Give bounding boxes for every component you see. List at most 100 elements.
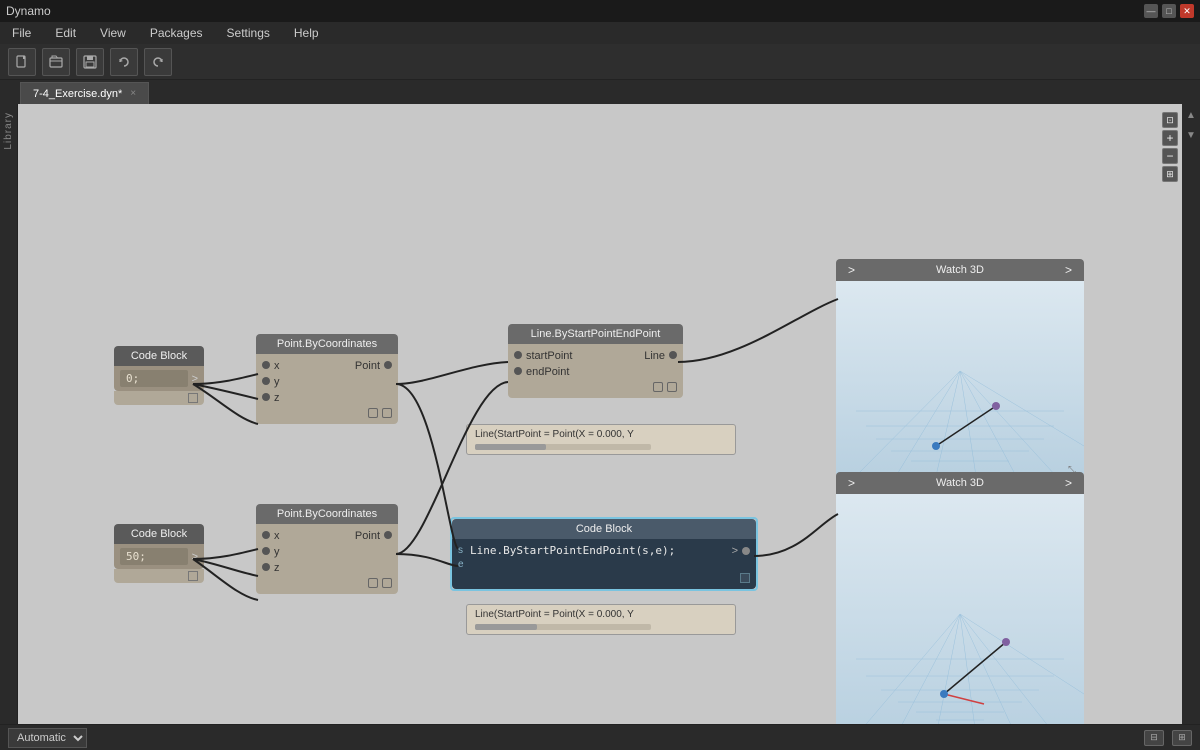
tab-exercise[interactable]: 7-4_Exercise.dyn* × [20, 82, 149, 104]
point-bycoords-1-node[interactable]: Point.ByCoordinates x Point y z [256, 334, 398, 424]
library-label[interactable]: Library [3, 112, 14, 150]
save-button[interactable] [76, 48, 104, 76]
code-block-2-body: 50; > [114, 544, 204, 569]
code-block-2-header: Code Block [114, 524, 204, 544]
preview-toggle-line[interactable] [653, 382, 663, 392]
port-e-label: e [458, 559, 470, 570]
port-line-out [669, 351, 677, 359]
watch3d-1-node[interactable]: > Watch 3D > [836, 259, 1084, 476]
port-x-in-2 [262, 531, 270, 539]
watch3d-2-body: ⤡ [836, 494, 1084, 724]
watch3d-1-header: > Watch 3D > [836, 259, 1084, 281]
code-block-3-header: Code Block [452, 519, 756, 539]
tab-close-button[interactable]: × [130, 88, 136, 99]
point-bycoords-1-row-y: y [256, 374, 398, 390]
port-point-out [384, 361, 392, 369]
titlebar-left: Dynamo [6, 4, 51, 18]
run-mode-container: Automatic Manual [8, 728, 87, 748]
point-bycoords-1-row-z: z [256, 390, 398, 406]
line-bystartend-body: startPoint Line endPoint [508, 344, 683, 398]
freeze-toggle-line[interactable] [667, 382, 677, 392]
port-x-in [262, 361, 270, 369]
port-start-in [514, 351, 522, 359]
right-panel: ▲ ▼ [1182, 104, 1200, 724]
code-block-1-node[interactable]: Code Block 0; > [114, 346, 204, 405]
code-block-3-code[interactable]: Line.ByStartPointEndPoint(s,e); [470, 544, 728, 557]
undo-button[interactable] [110, 48, 138, 76]
tooltip-1-text: Line(StartPoint = Point(X = 0.000, Y [475, 429, 634, 440]
port-point-out-2 [384, 531, 392, 539]
line-bystartend-row-end: endPoint [508, 364, 683, 380]
toolbar [0, 44, 1200, 80]
point-bycoords-2-body: x Point y z [256, 524, 398, 594]
point-bycoords-2-row-x: x Point [256, 528, 398, 544]
code-block-2-node[interactable]: Code Block 50; > [114, 524, 204, 583]
conn-line-watch1 [678, 299, 838, 362]
point-bycoords-2-row-y: y [256, 544, 398, 560]
line-bystartend-row-start: startPoint Line [508, 348, 683, 364]
fit-view-button[interactable]: ⊡ [1162, 112, 1178, 128]
zoom-out-button[interactable]: − [1162, 148, 1178, 164]
maximize-button[interactable]: □ [1162, 4, 1176, 18]
point-bycoords-1-row-x: x Point [256, 358, 398, 374]
watch3d-1-port-left: > [848, 263, 855, 277]
titlebar-controls: — □ ✕ [1144, 4, 1194, 18]
watch3d-2-port-left: > [848, 476, 855, 490]
code-block-1-value[interactable]: 0; [120, 370, 188, 387]
right-panel-btn-1[interactable]: ▲ [1184, 108, 1198, 122]
point-bycoords-1-footer [256, 406, 398, 420]
point-bycoords-2-footer [256, 576, 398, 590]
redo-button[interactable] [144, 48, 172, 76]
code-block-3-row-e: e [458, 558, 750, 571]
freeze-toggle-2[interactable] [382, 578, 392, 588]
main-area: Library Co [0, 104, 1200, 724]
statusbar-right: ⊟ ⊞ [1144, 730, 1192, 746]
menu-edit[interactable]: Edit [51, 24, 80, 42]
menu-help[interactable]: Help [290, 24, 323, 42]
output-tooltip-1: Line(StartPoint = Point(X = 0.000, Y [466, 424, 736, 455]
code-block-1-checkbox[interactable] [188, 393, 198, 403]
menu-view[interactable]: View [96, 24, 130, 42]
code-block-3-row-s: s Line.ByStartPointEndPoint(s,e); > [458, 543, 750, 558]
code-block-3-node[interactable]: Code Block s Line.ByStartPointEndPoint(s… [450, 517, 758, 591]
menu-file[interactable]: File [8, 24, 35, 42]
port-y-in-2 [262, 547, 270, 555]
preview-toggle-1[interactable] [368, 408, 378, 418]
tab-label: 7-4_Exercise.dyn* [33, 88, 122, 100]
code-block-2-checkbox[interactable] [188, 571, 198, 581]
layers-icon[interactable]: ⊟ [1144, 730, 1164, 746]
conn-cb3-watch2 [754, 514, 838, 556]
close-button[interactable]: ✕ [1180, 4, 1194, 18]
run-mode-select[interactable]: Automatic Manual [8, 728, 87, 748]
freeze-toggle-1[interactable] [382, 408, 392, 418]
zoom-controls: ⊡ + − ⊞ [1162, 112, 1178, 182]
menu-packages[interactable]: Packages [146, 24, 207, 42]
line-bystartend-footer [508, 380, 683, 394]
network-icon[interactable]: ⊞ [1172, 730, 1192, 746]
watch3d-2-port-right: > [1065, 476, 1072, 490]
code-block-1-header: Code Block [114, 346, 204, 366]
code-block-3-checkbox[interactable] [740, 573, 750, 583]
library-sidebar[interactable]: Library [0, 104, 18, 724]
canvas[interactable]: Code Block 0; > Code Block 50; > Point.B… [18, 104, 1182, 724]
code-block-2-value[interactable]: 50; [120, 548, 188, 565]
port-z-in [262, 393, 270, 401]
open-button[interactable] [42, 48, 70, 76]
line-bystartend-node[interactable]: Line.ByStartPointEndPoint startPoint Lin… [508, 324, 683, 398]
watch3d-1-title: Watch 3D [936, 264, 984, 276]
port-y-in [262, 377, 270, 385]
right-panel-btn-2[interactable]: ▼ [1184, 128, 1198, 142]
menu-settings[interactable]: Settings [223, 24, 274, 42]
conn-pt1-line-start [396, 362, 508, 384]
point-bycoords-2-node[interactable]: Point.ByCoordinates x Point y z [256, 504, 398, 594]
watch3d-1-canvas: ⤡ [836, 281, 1084, 476]
new-button[interactable] [8, 48, 36, 76]
tooltip-2-text: Line(StartPoint = Point(X = 0.000, Y [475, 609, 634, 620]
preview-toggle-2[interactable] [368, 578, 378, 588]
watch3d-2-header: > Watch 3D > [836, 472, 1084, 494]
code-block-1-arrow: > [192, 373, 198, 385]
zoom-in-button[interactable]: + [1162, 130, 1178, 146]
minimize-button[interactable]: — [1144, 4, 1158, 18]
watch3d-2-node[interactable]: > Watch 3D > [836, 472, 1084, 724]
orient-button[interactable]: ⊞ [1162, 166, 1178, 182]
